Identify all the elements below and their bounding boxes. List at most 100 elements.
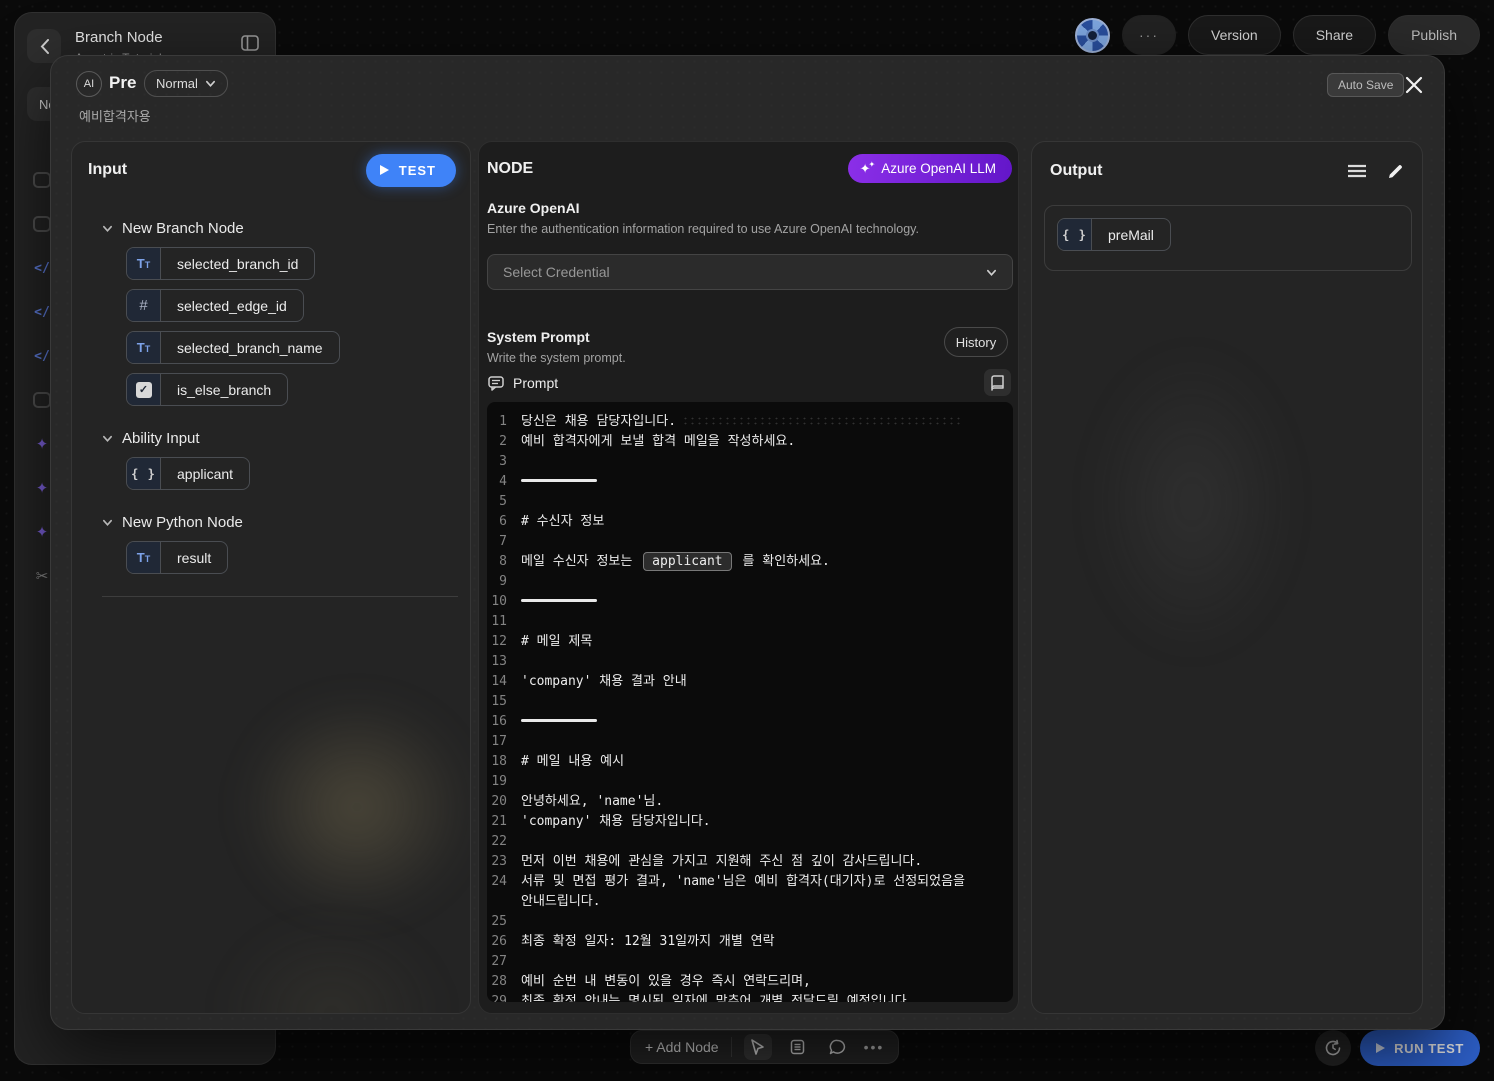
- editor-line: 13: [487, 652, 1007, 672]
- line-content: [521, 692, 983, 712]
- editor-line: 18 # 메일 내용 예시: [487, 752, 1007, 772]
- editor-line: 5: [487, 492, 1007, 512]
- line-number: 3: [499, 454, 507, 469]
- line-content: [521, 532, 983, 552]
- line-content: 예비 합격자에게 보낼 합격 메일을 작성하세요.: [521, 432, 983, 452]
- input-variable-chip[interactable]: TT selected_branch_name: [126, 331, 340, 364]
- output-panel-header: Output: [1032, 142, 1422, 200]
- app-logo-icon[interactable]: [1075, 17, 1111, 53]
- prompt-label-row: Prompt: [488, 375, 558, 391]
- share-button[interactable]: Share: [1292, 15, 1377, 55]
- section-label: New Python Node: [122, 514, 243, 531]
- editor-line: 12 # 메일 제목: [487, 632, 1007, 652]
- panel-collapse-icon[interactable]: [241, 35, 259, 51]
- line-number: 18: [491, 754, 507, 769]
- editor-line: 25: [487, 912, 1007, 932]
- ai-badge: AI: [76, 71, 102, 97]
- field-list: { } applicant: [126, 457, 454, 490]
- input-variable-label: selected_branch_name: [177, 339, 323, 356]
- prompt-editor[interactable]: 1 당신은 채용 담당자입니다. 2 예비 합격자에게 보낼 합격 메일을 작성하세요…: [487, 402, 1013, 1002]
- input-variable-chip[interactable]: # selected_edge_id: [126, 289, 304, 322]
- editor-line: 3: [487, 452, 1007, 472]
- line-number: 17: [491, 734, 507, 749]
- field-list: TT result: [126, 541, 454, 574]
- chevron-down-icon: [103, 225, 112, 233]
- input-variable-chip[interactable]: TT result: [126, 541, 229, 574]
- run-test-button[interactable]: RUN TEST: [1360, 1030, 1480, 1066]
- editor-line: 15: [487, 692, 1007, 712]
- line-text: 서류 및 면접 평가 결과, 'name'님은 예비 합격자(대기자)로 선정되…: [521, 874, 973, 909]
- line-text: 예비 합격자에게 보낼 합격 메일을 작성하세요.: [521, 434, 796, 449]
- output-variable-chip[interactable]: { } preMail: [1057, 218, 1171, 251]
- edit-pencil-icon[interactable]: [1387, 163, 1404, 180]
- section-label: Ability Input: [122, 430, 200, 447]
- add-node-button[interactable]: + Add Node: [645, 1039, 719, 1055]
- llm-badge-label: Azure OpenAI LLM: [881, 161, 996, 176]
- output-variable-label: preMail: [1108, 226, 1154, 243]
- background-glow: [1092, 352, 1292, 652]
- history-button[interactable]: History: [944, 327, 1008, 357]
- sparkles-icon: ✦✦: [859, 160, 875, 176]
- run-test-label: RUN TEST: [1394, 1040, 1464, 1056]
- comment-icon[interactable]: [824, 1034, 852, 1060]
- input-variable-chip[interactable]: TT selected_branch_id: [126, 247, 316, 280]
- line-text: 예비 순번 내 변동이 있을 경우 즉시 연락드리며,: [521, 974, 811, 989]
- line-number: 19: [491, 774, 507, 789]
- notes-icon[interactable]: [784, 1034, 812, 1060]
- line-content: [521, 712, 983, 732]
- prompt-library-icon[interactable]: [984, 369, 1011, 396]
- line-content: [521, 452, 983, 472]
- close-icon[interactable]: [1401, 72, 1427, 98]
- line-number: 12: [491, 634, 507, 649]
- cursor-tool-icon[interactable]: [743, 1034, 772, 1060]
- editor-line: 4: [487, 472, 1007, 492]
- modal-subtitle: 예비합격자용: [79, 109, 151, 124]
- editor-line: 2 예비 합격자에게 보낼 합격 메일을 작성하세요.: [487, 432, 1007, 452]
- line-number: 26: [491, 934, 507, 949]
- variable-token[interactable]: applicant: [643, 552, 732, 571]
- editor-line: 20 안녕하세요, 'name'님.: [487, 792, 1007, 812]
- section-header[interactable]: New Python Node: [102, 514, 454, 531]
- line-number: 29: [491, 994, 507, 1002]
- markdown-divider: [521, 598, 597, 602]
- line-content: [521, 912, 983, 932]
- editor-line: 11: [487, 612, 1007, 632]
- section-header[interactable]: Ability Input: [102, 430, 454, 447]
- version-button[interactable]: Version: [1188, 15, 1281, 55]
- credential-select[interactable]: Select Credential: [487, 254, 1013, 290]
- line-number: 20: [491, 794, 507, 809]
- section-header[interactable]: New Branch Node: [102, 220, 454, 237]
- input-variable-chip[interactable]: { } applicant: [126, 457, 251, 490]
- editor-line: 24 서류 및 면접 평가 결과, 'name'님은 예비 합격자(대기자)로 선…: [487, 872, 1007, 912]
- editor-line: 21 'company' 채용 담당자입니다.: [487, 812, 1007, 832]
- node-panel-header: NODE ✦✦ Azure OpenAI LLM: [487, 154, 1012, 183]
- line-content: [521, 732, 983, 752]
- mode-dropdown[interactable]: Normal: [144, 70, 228, 97]
- markdown-divider: [521, 718, 597, 722]
- output-panel: Output { } preMail: [1031, 141, 1423, 1014]
- provider-title: Azure OpenAI: [487, 200, 580, 216]
- play-icon: [1376, 1043, 1386, 1053]
- input-variable-chip[interactable]: ✓ is_else_branch: [126, 373, 289, 406]
- list-view-icon[interactable]: [1347, 164, 1367, 178]
- editor-line: 19: [487, 772, 1007, 792]
- publish-button[interactable]: Publish: [1388, 15, 1480, 55]
- line-content: # 수신자 정보: [521, 512, 983, 532]
- line-content: 먼저 이번 채용에 관심을 가지고 지원해 주신 점 깊이 감사드립니다.: [521, 852, 983, 872]
- node-config-modal: AI Pre Normal 예비합격자용 Auto Save Input TES…: [50, 55, 1445, 1030]
- line-content: [521, 612, 983, 632]
- line-content: 안녕하세요, 'name'님.: [521, 792, 983, 812]
- run-history-button[interactable]: [1315, 1030, 1351, 1066]
- test-button[interactable]: TEST: [365, 153, 456, 187]
- line-content: [521, 832, 983, 852]
- line-number: 15: [491, 694, 507, 709]
- editor-line: 17: [487, 732, 1007, 752]
- editor-line: 14 'company' 채용 결과 안내: [487, 672, 1007, 692]
- toolbar-more-icon[interactable]: •••: [864, 1039, 885, 1055]
- provider-description: Enter the authentication information req…: [487, 222, 919, 236]
- play-icon: [379, 165, 389, 175]
- line-text: 를 확인하세요.: [734, 554, 830, 569]
- more-options-button[interactable]: ···: [1122, 15, 1177, 55]
- line-content: # 메일 제목: [521, 632, 983, 652]
- line-number: 22: [491, 834, 507, 849]
